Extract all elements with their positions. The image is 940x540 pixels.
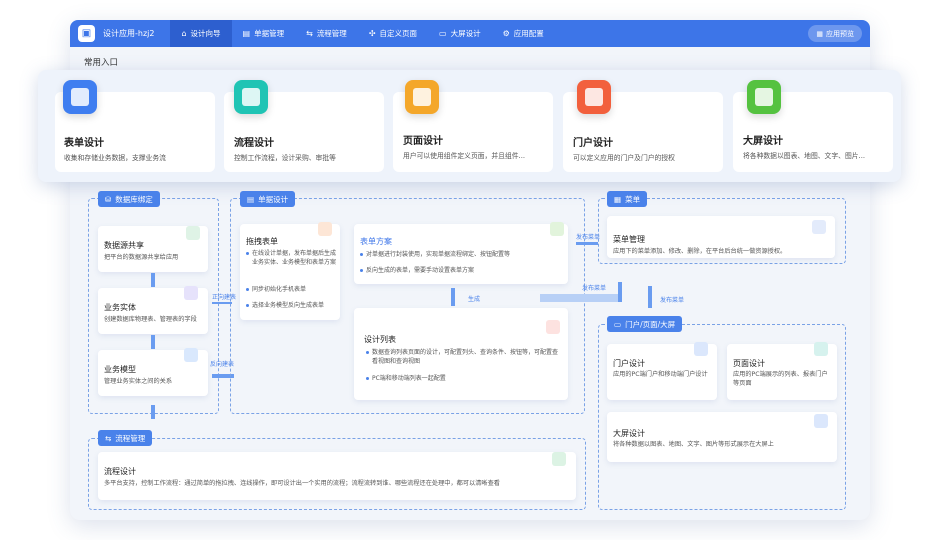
- connector-line: [540, 294, 620, 302]
- database-icon: ⛁: [105, 194, 112, 204]
- nav-tab-documents[interactable]: ▤ 单据管理: [232, 20, 296, 47]
- puzzle-icon: ✣: [368, 29, 376, 38]
- nav-tab-flow[interactable]: ⇆ 流程管理: [295, 20, 358, 47]
- app-name: 设计应用-hzj2: [103, 29, 155, 38]
- publish-menu-label: 发布菜单: [582, 285, 607, 292]
- box-title: 页面设计: [733, 359, 765, 368]
- bullet-text: 在线设计单据，发布单据后生成业务实体、业务模型和表单方案: [246, 250, 337, 266]
- publish-menu-label: 发布菜单: [576, 234, 601, 241]
- nav-tab-guide[interactable]: ⌂ 设计向导: [170, 20, 232, 47]
- box-title: 设计列表: [364, 335, 396, 344]
- monitor-icon: ▭: [614, 319, 622, 329]
- page-icon: [814, 342, 828, 356]
- card-title: 门户设计: [573, 138, 613, 149]
- arrow-up: [648, 286, 652, 308]
- app-logo-icon: ▣: [78, 25, 95, 42]
- box-title: 业务模型: [104, 365, 136, 374]
- flow-design-box[interactable]: [98, 452, 576, 500]
- bullet-text: 选择业务模型反向生成表单: [246, 301, 336, 310]
- portal-tag: ▭ 门户/页面/大屏: [607, 316, 683, 332]
- box-title: 大屏设计: [613, 429, 645, 438]
- document-icon: ▤: [247, 194, 255, 204]
- document-icon: ▤: [242, 29, 251, 38]
- menu-tag: ▦ 菜单: [607, 191, 648, 207]
- box-desc: 多平台支持，控制工作流程：通过简单的拖拉拽、连线操作，即可设计出一个实用的流程；…: [104, 480, 500, 487]
- box-desc: 创建数据库物理表、管理表的字段: [104, 316, 197, 323]
- arrow-down: [451, 288, 455, 306]
- bullet-text: 对单据进行封装使用，实现单据流程绑定、按钮配置等: [360, 250, 546, 259]
- share-icon: [186, 226, 200, 240]
- arrow-up: [618, 282, 622, 302]
- card-desc: 收集和存储业务数据，支撑业务流: [64, 154, 166, 162]
- card-desc: 控制工作流程，设计采购、审批等: [234, 154, 336, 162]
- nav-tab-config[interactable]: ⚙ 应用配置: [492, 20, 555, 47]
- monitor-icon: ▭: [439, 29, 447, 38]
- apps-icon: [812, 220, 826, 234]
- top-navbar: ▣ 设计应用-hzj2 ⌂ 设计向导 ▤ 单据管理 ⇆ 流程管理 ✣ 自定义页面 ▭ 大屏…: [70, 20, 870, 47]
- card-title: 大屏设计: [743, 136, 783, 147]
- common-entry-title: 常用入口: [84, 58, 119, 68]
- arrow-down: [151, 273, 155, 287]
- card-desc: 可以定义应用的门户及门户的授权: [573, 154, 675, 162]
- card-desc: 用户可以使用组件定义页面，并且组件...: [403, 152, 526, 160]
- document-design-tag: ▤ 单据设计: [240, 191, 296, 207]
- nav-tab-custom-page[interactable]: ✣ 自定义页面: [358, 20, 428, 47]
- grid-icon: ▦: [816, 29, 823, 38]
- flow-icon: ⇆: [105, 433, 112, 443]
- nav-tab-bigscreen[interactable]: ▭ 大屏设计: [428, 20, 492, 47]
- shop-icon: [550, 222, 564, 236]
- page-design-icon: [405, 80, 439, 114]
- briefcase-icon: [184, 348, 198, 362]
- box-desc: 应用的PC端门户和移动端门户设计: [613, 371, 708, 378]
- arrow-left: [212, 302, 232, 304]
- box-desc: 应用下的菜单添加、修改、删除，在平台后台统一做资源授权。: [613, 248, 787, 255]
- box-desc: 应用的PC端展示的列表、报表门户等页面: [733, 371, 828, 387]
- bullet-text: 数据查询列表页面的设计，可配置列头、查询条件、按钮等，可配置查看视图和查询视图: [366, 348, 562, 366]
- box-desc: 将各种数据以图表、地图、文字、图片等形式展示在大屏上: [613, 441, 774, 448]
- arrow-right: [576, 242, 598, 245]
- portal-icon: [694, 342, 708, 356]
- arrow-down: [151, 405, 155, 419]
- flow-icon: ⇆: [306, 29, 313, 38]
- box-title: 门户设计: [613, 359, 645, 368]
- chart-icon: [814, 414, 828, 428]
- publish-menu-label: 发布菜单: [660, 297, 685, 304]
- box-desc: 管理业务实体之间的关系: [104, 378, 173, 385]
- flow-management-tag: ⇆ 流程管理: [98, 430, 153, 446]
- table-icon: [546, 320, 560, 334]
- gear-icon: ⚙: [502, 29, 510, 38]
- arrow-down: [151, 335, 155, 349]
- bullet-text: PC端和移动端列表一起配置: [366, 374, 562, 383]
- flow-design-icon: [234, 80, 268, 114]
- app-preview-button[interactable]: ▦ 应用预览: [808, 25, 862, 42]
- card-title: 页面设计: [403, 136, 443, 147]
- box-title: 数据源共享: [104, 241, 144, 250]
- box-title: 拖拽表单: [246, 237, 278, 246]
- bullet-text: 同步初始化手机表单: [246, 285, 336, 294]
- card-title: 流程设计: [234, 138, 274, 149]
- box-title: 菜单管理: [613, 235, 645, 244]
- portal-design-icon: [577, 80, 611, 114]
- generate-label: 生成: [468, 296, 481, 303]
- box-desc: 把平台的数据源共享给应用: [104, 254, 179, 261]
- card-desc: 将各种数据以图表、地图、文字、图片...: [743, 152, 866, 160]
- edit-form-icon: [318, 222, 332, 236]
- box-title: 表单方案: [360, 237, 392, 246]
- bigscreen-design-icon: [747, 80, 781, 114]
- grid-icon: ▦: [614, 194, 622, 204]
- cube-icon: [184, 286, 198, 300]
- form-icon: [63, 80, 97, 114]
- box-title: 业务实体: [104, 303, 136, 312]
- bullet-text: 反向生成的表单，需要手动设置表单方案: [360, 266, 546, 275]
- db-binding-tag: ⛁ 数据库绑定: [98, 191, 160, 207]
- card-title: 表单设计: [64, 138, 104, 149]
- list-icon: [552, 452, 566, 466]
- box-title: 流程设计: [104, 467, 136, 476]
- home-icon: ⌂: [181, 29, 187, 38]
